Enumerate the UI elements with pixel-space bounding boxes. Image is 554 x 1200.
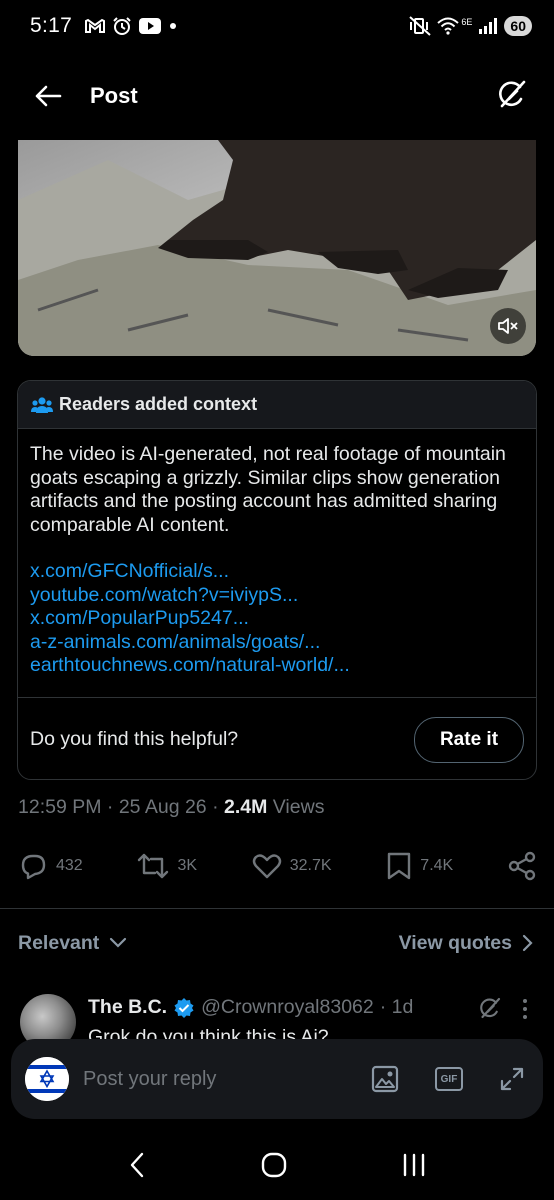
post-date: 25 Aug 26 [118, 796, 207, 818]
youtube-icon [139, 18, 162, 34]
gif-button[interactable]: GIF [435, 1067, 463, 1091]
battery-indicator: 60 [504, 16, 532, 36]
page-title: Post [90, 83, 138, 108]
status-notification-icons [84, 16, 178, 36]
like-count: 32.7K [289, 857, 332, 874]
meta-separator: · [106, 796, 114, 818]
expand-icon[interactable] [499, 1066, 525, 1092]
reply-time: · 1d [379, 996, 414, 1018]
like-action[interactable]: 32.7K [252, 852, 332, 880]
network-type-label: 6E [461, 17, 473, 27]
relevant-label: Relevant [18, 931, 100, 954]
share-icon [508, 851, 536, 881]
more-options-icon[interactable] [522, 998, 528, 1020]
divider [0, 908, 554, 909]
repost-action[interactable]: 3K [137, 851, 197, 881]
grok-icon[interactable] [496, 78, 528, 110]
reply-item[interactable]: The B.C. @Crownroyal83062 · 1d Grok do y… [18, 994, 538, 1042]
community-note-footer: Do you find this helpful? Rate it [18, 697, 536, 779]
reply-icon [21, 854, 46, 880]
heart-icon [252, 854, 281, 879]
post-meta: 12:59 PM · 25 Aug 26 · 2.4M Views [18, 796, 324, 819]
share-action[interactable] [508, 851, 536, 881]
source-link[interactable]: x.com/GFCNofficial/s... [30, 560, 524, 584]
source-link[interactable]: youtube.com/watch?v=iviypS... [30, 584, 524, 608]
bookmark-count: 7.4K [420, 857, 454, 874]
verified-badge-icon [174, 997, 194, 1018]
post-video[interactable] [18, 140, 536, 356]
source-link[interactable]: earthtouchnews.com/natural-world/... [30, 654, 524, 678]
bookmark-action[interactable]: 7.4K [386, 851, 453, 881]
top-header: Post [0, 52, 554, 140]
replies-sort-row: Relevant View quotes [18, 926, 534, 960]
mute-button[interactable] [490, 308, 526, 344]
community-note-header: Readers added context [18, 381, 536, 429]
avatar[interactable] [20, 994, 76, 1042]
image-icon[interactable] [371, 1065, 399, 1093]
vibrate-mute-icon [409, 16, 432, 36]
view-quotes-link[interactable]: View quotes [399, 932, 534, 955]
source-link[interactable]: x.com/PopularPup5247... [30, 607, 524, 631]
system-nav-bar [0, 1130, 554, 1200]
reply-compose-bar[interactable]: Post your reply GIF [11, 1039, 543, 1119]
user-avatar [25, 1057, 69, 1101]
speaker-muted-icon [498, 318, 518, 334]
helpful-question: Do you find this helpful? [30, 728, 239, 750]
reply-header: The B.C. @Crownroyal83062 · 1d [88, 996, 413, 1019]
video-frame [18, 140, 536, 356]
signal-icon [479, 18, 498, 34]
gmail-icon [85, 18, 106, 33]
repost-icon [138, 853, 169, 879]
repost-count: 3K [177, 857, 198, 874]
views-label: Views [272, 796, 325, 818]
community-note-body: The video is AI-generated, not real foot… [18, 429, 536, 697]
views-count: 2.4M [224, 796, 268, 818]
chevron-down-icon [110, 937, 127, 948]
community-note-sources: x.com/GFCNofficial/s... youtube.com/watc… [30, 560, 524, 678]
reply-author-name[interactable]: The B.C. [88, 996, 167, 1019]
status-system-icons: 6E 60 [409, 16, 532, 36]
status-time: 5:17 [30, 14, 73, 37]
nav-recents-icon[interactable] [401, 1152, 427, 1178]
rate-it-button[interactable]: Rate it [414, 716, 524, 763]
chevron-right-icon [522, 934, 533, 952]
alarm-icon [113, 17, 131, 35]
dot-icon [170, 23, 177, 29]
reply-author-handle: @Crownroyal83062 [201, 996, 374, 1018]
grok-icon[interactable] [478, 996, 502, 1020]
israel-flag-icon [25, 1057, 69, 1101]
back-arrow-icon[interactable] [34, 84, 62, 108]
source-link[interactable]: a-z-animals.com/animals/goats/... [30, 631, 524, 655]
relevant-dropdown[interactable]: Relevant [18, 932, 127, 955]
meta-separator: · [212, 796, 219, 818]
reply-input[interactable]: Post your reply [83, 1068, 216, 1091]
community-note-card: Readers added context The video is AI-ge… [17, 380, 537, 780]
view-quotes-label: View quotes [398, 931, 512, 954]
bookmark-icon [388, 852, 411, 880]
reply-count: 432 [56, 857, 83, 874]
people-icon [31, 396, 53, 413]
nav-back-icon[interactable] [127, 1151, 147, 1179]
community-note-title: Readers added context [59, 394, 258, 414]
post-time: 12:59 PM [18, 796, 102, 818]
wifi-icon [437, 17, 460, 35]
reply-action[interactable]: 432 [18, 851, 83, 881]
nav-home-icon[interactable] [260, 1151, 288, 1179]
status-bar: 5:17 6E 60 [0, 0, 554, 52]
post-actions: 432 3K 32.7K 7.4K [18, 842, 536, 890]
community-note-text: The video is AI-generated, not real foot… [30, 443, 506, 536]
